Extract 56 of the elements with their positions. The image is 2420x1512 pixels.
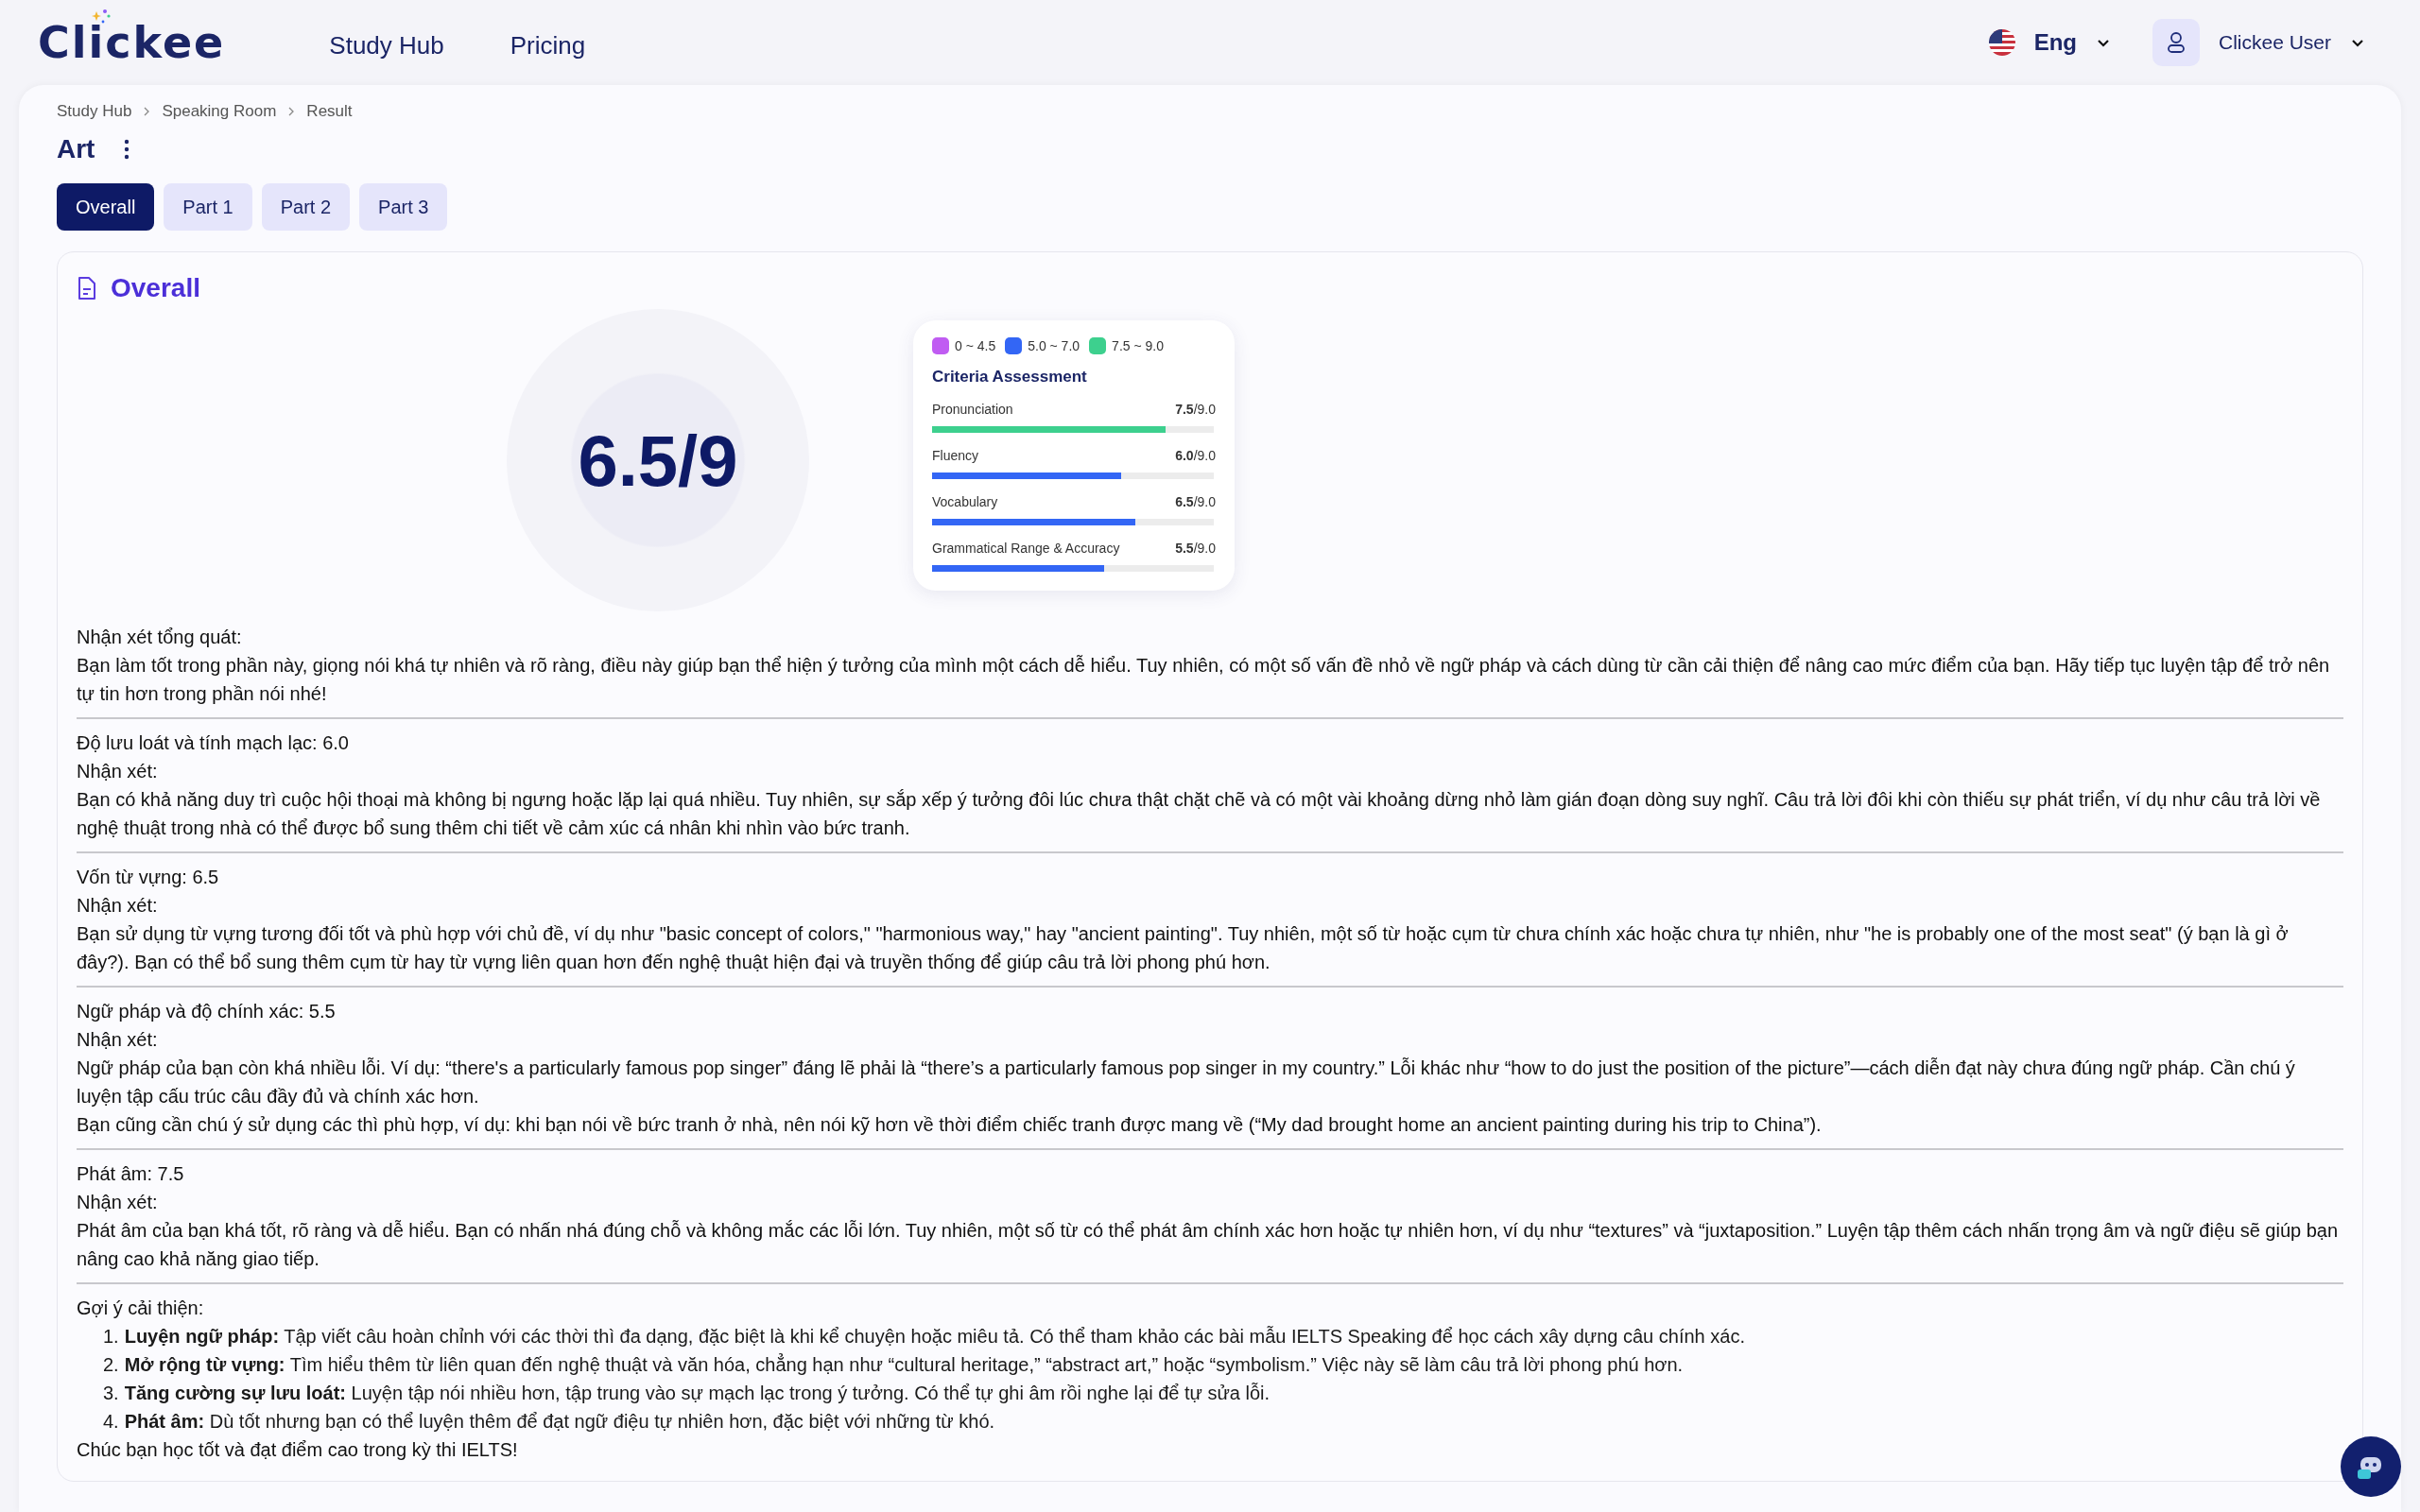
criterion-name: Grammatical Range & Accuracy <box>932 541 1120 556</box>
feedback-heading: Vốn từ vựng: 6.5 <box>77 866 220 889</box>
feedback-heading: Ngữ pháp và độ chính xác: 5.5 <box>77 1000 337 1023</box>
suggestion-text: Luyện ngữ pháp: Tập viết câu hoàn chỉnh với các thời thì đa dạng, đặc biệt là khi kể chuyện hoặc miêu tả. Có thể tham khảo các bài mẫu IELTS Speaking để học cách xây dựng câu chính xác. <box>124 1325 1745 1349</box>
feedback-heading: Nhận xét tổng quát: <box>77 626 243 649</box>
feedback-paragraph: Phát âm của bạn khá tốt, rõ ràng và dễ hiểu. Bạn có nhấn nhá đúng chỗ và không mắc các lỗi lớn. Tuy nhiên, một số từ có thể phát âm chính xác hơn hoặc tự nhiên hơn, ví dụ như “textures” và “juxtaposition.” Luyện tập thêm cách nhấn trọng âm và ngữ điệu sẽ giúp bạn nâng cao khả năng giao tiếp. <box>77 1219 2340 1271</box>
criterion-score: 7.5/9.0 <box>1175 402 1216 417</box>
tab[interactable]: Part 2 <box>261 183 351 231</box>
suggestion-text: Tăng cường sự lưu loát: Luyện tập nói nhiều hơn, tập trung vào sự mạch lạc trong ý tưởng. Có thể tự ghi âm rồi nghe lại để tự sửa lỗi. <box>124 1382 1270 1405</box>
breadcrumb-link[interactable]: Study Hub <box>57 102 132 121</box>
language-selector[interactable]: Eng <box>1988 29 2111 56</box>
breadcrumb-link[interactable]: Speaking Room <box>162 102 277 121</box>
feedback-subheading: Nhận xét: <box>77 894 159 918</box>
flag-icon <box>1988 29 2015 56</box>
section-title: Overall <box>111 273 200 303</box>
feedback-paragraph: Bạn sử dụng từ vựng tương đối tốt và phù hợp với chủ đề, ví dụ như "basic concept of colors," "harmonious way," hay "ancient painting". Tuy nhiên, một số từ hoặc cụm từ chưa chính xác hoặc chưa tự nhiên, như "he is probably one of the most seat" (ý bạn là gì ở đây?). Bạn có thể bổ sung thêm cụm từ hay từ vựng liên quan hơn đến nghệ thuật hiện đại và truyền thống để giúp câu trả lời phong phú hơn. <box>77 922 2290 974</box>
user-icon <box>2152 19 2200 66</box>
page-title: Art <box>57 134 95 164</box>
feedback-subheading: Nhận xét: <box>77 1028 159 1052</box>
document-icon <box>77 276 97 301</box>
nav-link[interactable]: Pricing <box>510 30 586 60</box>
list-number: 3. <box>103 1382 119 1405</box>
criteria-title: Criteria Assessment <box>932 368 1088 387</box>
criterion-score: 6.5/9.0 <box>1175 494 1216 509</box>
feedback-subheading: Nhận xét: <box>77 760 159 783</box>
list-number: 1. <box>103 1325 119 1349</box>
list-number: 4. <box>103 1410 119 1434</box>
list-number: 2. <box>103 1353 119 1377</box>
legend-label: 0 ~ 4.5 <box>955 338 996 353</box>
feedback-paragraph: Ngữ pháp của bạn còn khá nhiều lỗi. Ví dụ: “there's a particularly famous pop singer” đáng lẽ phải là “there’s a particularly famous pop singer in my country.” Lỗi khác như “how to do just the position of the picture”—cách diễn đạt này chưa đúng ngữ pháp. Cần chú ý luyện tập cấu trúc câu đầy đủ và chính xác hơn. <box>77 1057 2296 1108</box>
breadcrumb-link[interactable]: Result <box>306 102 353 121</box>
nav-link[interactable]: Study Hub <box>329 30 444 60</box>
overall-score: 6.5/9 <box>578 419 738 502</box>
criterion-name: Pronunciation <box>932 402 1013 417</box>
feedback-paragraph: Bạn làm tốt trong phần này, giọng nói khá tự nhiên và rõ ràng, điều này giúp bạn thể hiện ý tưởng của mình một cách dễ hiểu. Tuy nhiên, có một số vấn đề nhỏ về ngữ pháp và cách dùng từ cần cải thiện để nâng cao mức điểm của bạn. Hãy tiếp tục luyện tập để trở nên tự tin hơn trong phần nói nhé! <box>77 654 2331 706</box>
suggestion-text: Phát âm: Dù tốt nhưng bạn có thể luyện thêm để đạt ngữ điệu tự nhiên hơn, đặc biệt với những từ khó. <box>124 1410 995 1434</box>
feedback-heading: Phát âm: 7.5 <box>77 1162 185 1186</box>
feedback-heading: Độ lưu loát và tính mạch lạc: 6.0 <box>77 731 350 755</box>
feedback-heading: Gợi ý cải thiện: <box>77 1297 205 1320</box>
more-options-icon[interactable] <box>123 139 131 160</box>
criterion-name: Fluency <box>932 448 979 463</box>
tab[interactable]: Overall <box>57 183 155 231</box>
tab[interactable]: Part 3 <box>359 183 448 231</box>
closing-text: Chúc bạn học tốt và đạt điểm cao trong kỳ thi IELTS! <box>77 1438 519 1462</box>
feedback-subheading: Nhận xét: <box>77 1191 159 1214</box>
criterion-score: 6.0/9.0 <box>1175 448 1216 463</box>
criterion-score: 5.5/9.0 <box>1175 541 1216 556</box>
suggestion-text: Mở rộng từ vựng: Tìm hiểu thêm từ liên quan đến nghệ thuật và văn hóa, chẳng hạn như “cultural heritage,” “abstract art,” hoặc “symbolism.” Việc này sẽ làm câu trả lời phong phú hơn. <box>124 1352 1684 1377</box>
legend-label: 7.5 ~ 9.0 <box>1112 338 1164 353</box>
logo[interactable]: Clickee <box>38 17 226 68</box>
criterion-name: Vocabulary <box>932 494 998 509</box>
user-menu[interactable]: Clickee User <box>2152 19 2365 66</box>
legend-label: 5.0 ~ 7.0 <box>1028 338 1080 353</box>
feedback-paragraph: Bạn cũng cần chú ý sử dụng các thì phù hợp, ví dụ: khi bạn nói về bức tranh ở nhà, nên nói kỹ hơn về thời điểm chiếc tranh được mang về (“My dad brought home an ancient painting during his trip to China”). <box>77 1113 1823 1137</box>
tab[interactable]: Part 1 <box>164 183 252 231</box>
feedback-paragraph: Bạn có khả năng duy trì cuộc hội thoại mà không bị ngưng hoặc lặp lại quá nhiều. Tuy nhiên, sự sắp xếp ý tưởng đôi lúc chưa thật chặt chẽ và có một vài khoảng dừng nhỏ làm gián đoạn dòng suy nghĩ. Câu trả lời đôi khi còn thiếu sự phát triển, ví dụ như câu trả lời về nghệ thuật trong nhà có thể được bổ sung thêm chi tiết về cảm xúc cá nhân khi nhìn vào bức tranh. <box>77 788 2322 840</box>
